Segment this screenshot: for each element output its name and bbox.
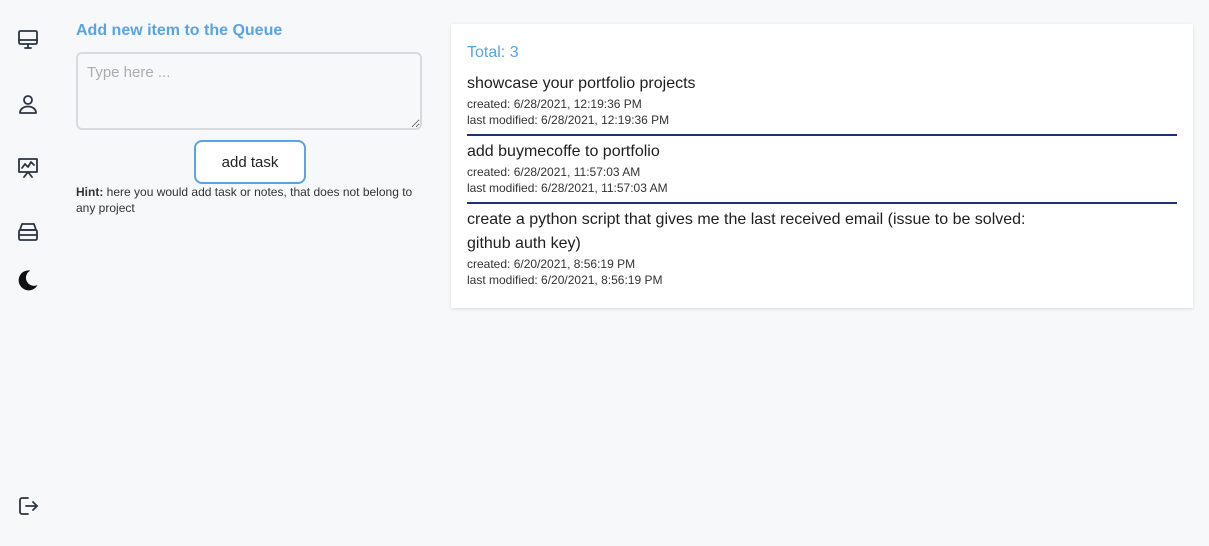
task-title: add buymecoffe to portfolio: [467, 143, 660, 160]
hint-body: here you would add task or notes, that d…: [76, 185, 413, 215]
list-item[interactable]: create a python script that gives me the…: [467, 202, 1177, 288]
user-icon: [19, 95, 37, 114]
presentation-chart-icon: [18, 158, 38, 178]
logout-icon: [19, 497, 38, 515]
task-title: create a python script that gives me the…: [467, 211, 1026, 252]
task-created: created: 6/28/2021, 12:19:36 PM: [467, 97, 642, 111]
hint-label: Hint:: [76, 185, 104, 199]
sidebar-item-projects[interactable]: [16, 156, 40, 180]
theme-toggle[interactable]: [16, 268, 40, 292]
sidebar: [0, 0, 56, 546]
sidebar-item-dashboard[interactable]: [16, 28, 40, 52]
hint-text: Hint: here you would add task or notes, …: [76, 184, 422, 216]
task-input[interactable]: [76, 52, 422, 130]
monitor-icon: [18, 30, 38, 49]
queue-total: Total: 3: [467, 44, 519, 61]
task-modified: last modified: 6/28/2021, 12:19:36 PM: [467, 113, 670, 127]
add-item-panel: Add new item to the Queue add task Hint:…: [76, 20, 424, 215]
add-item-title: Add new item to the Queue: [76, 22, 283, 39]
sidebar-item-profile[interactable]: [16, 92, 40, 116]
add-task-button[interactable]: add task: [194, 140, 306, 184]
archive-icon: [18, 223, 38, 241]
sidebar-item-archive[interactable]: [16, 220, 40, 244]
logout-button[interactable]: [16, 494, 40, 518]
task-modified: last modified: 6/20/2021, 8:56:19 PM: [467, 273, 663, 287]
task-created: created: 6/20/2021, 8:56:19 PM: [467, 257, 636, 271]
task-created: created: 6/28/2021, 11:57:03 AM: [467, 165, 641, 179]
task-modified: last modified: 6/28/2021, 11:57:03 AM: [467, 181, 668, 195]
moon-icon: [18, 270, 38, 291]
list-item[interactable]: showcase your portfolio projects created…: [467, 72, 1177, 128]
queue-card: Total: 3 showcase your portfolio project…: [451, 24, 1193, 308]
task-title: showcase your portfolio projects: [467, 75, 696, 92]
list-item[interactable]: add buymecoffe to portfolio created: 6/2…: [467, 134, 1177, 196]
